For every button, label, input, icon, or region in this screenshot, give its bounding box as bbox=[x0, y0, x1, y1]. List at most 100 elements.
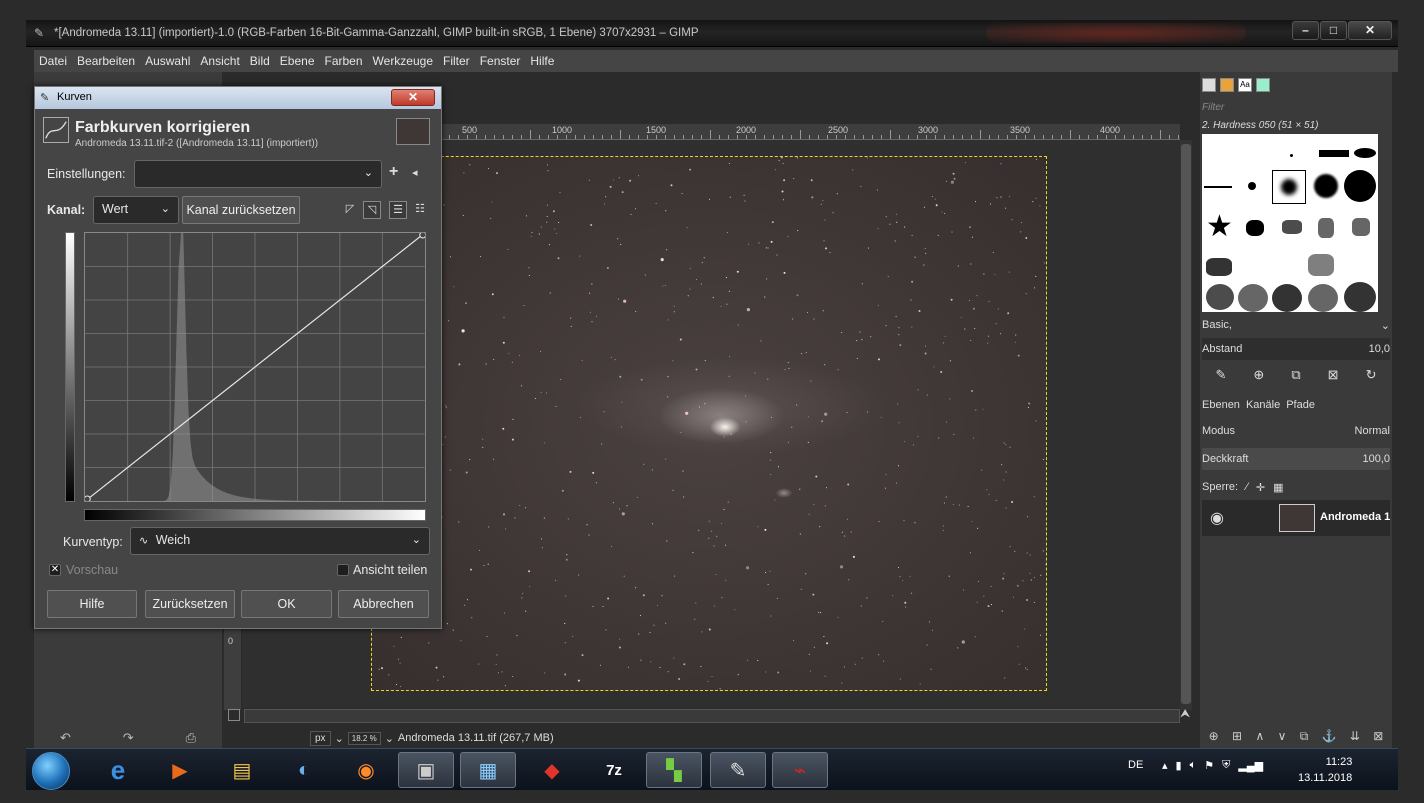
redo-icon[interactable]: ↷ bbox=[123, 730, 134, 748]
new-brush-icon[interactable]: ⊕ bbox=[1253, 367, 1264, 383]
lock-position-icon[interactable]: ✛ bbox=[1256, 481, 1265, 494]
brush-preset[interactable] bbox=[1290, 154, 1293, 157]
brush-preset[interactable] bbox=[1238, 284, 1268, 312]
brush-preset[interactable] bbox=[1204, 186, 1232, 188]
network-flag-icon[interactable]: ⚑ bbox=[1204, 759, 1214, 772]
vertical-scrollbar[interactable] bbox=[1180, 140, 1192, 710]
media-player-icon[interactable]: ▶ bbox=[152, 752, 208, 788]
brush-preset[interactable] bbox=[1308, 284, 1338, 312]
visibility-eye-icon[interactable]: ◉ bbox=[1210, 508, 1224, 528]
minimize-button[interactable]: – bbox=[1292, 21, 1319, 40]
menu-bild[interactable]: Bild bbox=[245, 54, 275, 68]
horizontal-scrollbar[interactable] bbox=[244, 709, 1180, 723]
edit-brush-icon[interactable]: ✎ bbox=[1216, 367, 1227, 383]
menu-farben[interactable]: Farben bbox=[320, 54, 368, 68]
lower-layer-icon[interactable]: ∨ bbox=[1278, 729, 1287, 745]
andromeda-image[interactable] bbox=[371, 156, 1047, 691]
zoom-select[interactable]: 18.2 % bbox=[347, 731, 381, 745]
preset-menu-icon[interactable]: ◂ bbox=[412, 166, 418, 179]
log-histogram-icon[interactable]: ◹ bbox=[363, 201, 381, 219]
menu-auswahl[interactable]: Auswahl bbox=[140, 54, 195, 68]
brush-preset[interactable] bbox=[1272, 284, 1302, 312]
firefox-icon[interactable]: ◉ bbox=[338, 752, 394, 788]
clock-time[interactable]: 11:23 bbox=[1314, 756, 1364, 768]
print-icon[interactable]: ⎙ bbox=[186, 730, 196, 748]
curve-type-select[interactable]: ∿ Weich ⌄ bbox=[130, 527, 430, 555]
settings-select[interactable]: ⌄ bbox=[134, 160, 382, 188]
brush-preset[interactable] bbox=[1248, 182, 1256, 190]
gimp-icon[interactable]: ✎ bbox=[710, 752, 766, 788]
reset-button[interactable]: Zurücksetzen bbox=[145, 590, 235, 618]
volume-icon[interactable]: 🔈︎ bbox=[1190, 759, 1197, 772]
new-group-icon[interactable]: ⊞ bbox=[1232, 729, 1242, 745]
delete-layer-icon[interactable]: ⊠ bbox=[1373, 729, 1383, 745]
brush-set-row[interactable]: Basic, ⌄ bbox=[1202, 314, 1390, 336]
anchor-icon[interactable]: ⚓ bbox=[1322, 729, 1337, 745]
star-brush-icon[interactable]: ★ bbox=[1206, 212, 1233, 242]
brush-preset[interactable] bbox=[1354, 148, 1376, 158]
merge-icon[interactable]: ⇊ bbox=[1350, 729, 1360, 745]
raise-layer-icon[interactable]: ∧ bbox=[1255, 729, 1264, 745]
close-button[interactable]: ✕ bbox=[1348, 21, 1392, 40]
brush-grid[interactable]: ★ bbox=[1202, 134, 1378, 312]
signal-icon[interactable]: ▂▄▆ bbox=[1238, 759, 1263, 772]
brush-preset[interactable] bbox=[1206, 284, 1234, 310]
pdf-icon[interactable]: ⌁ bbox=[772, 752, 828, 788]
dialog-titlebar[interactable]: ✎ Kurven ✕ bbox=[35, 87, 441, 109]
chevron-down-icon[interactable]: ⌄ bbox=[335, 732, 344, 745]
brush-selected[interactable] bbox=[1272, 170, 1306, 204]
battery-icon[interactable]: ▮ bbox=[1176, 759, 1182, 772]
chevron-down-icon[interactable]: ⌄ bbox=[1381, 319, 1390, 332]
brush-preset[interactable] bbox=[1344, 282, 1376, 312]
language-indicator[interactable]: DE bbox=[1128, 759, 1143, 771]
brush-filter-input[interactable]: Filter bbox=[1202, 102, 1388, 116]
dialog-close-button[interactable]: ✕ bbox=[391, 89, 435, 106]
duplicate-layer-icon[interactable]: ⧉ bbox=[1300, 729, 1309, 745]
security-icon[interactable]: ⛨ bbox=[1222, 759, 1230, 772]
split-view-checkbox[interactable] bbox=[337, 564, 349, 576]
app-icon[interactable]: ◐ bbox=[276, 752, 332, 788]
tab-channels[interactable]: Kanäle bbox=[1246, 399, 1280, 411]
lock-pixels-icon[interactable]: ⁄ bbox=[1246, 481, 1248, 493]
menu-filter[interactable]: Filter bbox=[438, 54, 475, 68]
scroll-thumb[interactable] bbox=[1181, 144, 1191, 704]
duplicate-brush-icon[interactable]: ⧉ bbox=[1291, 367, 1300, 383]
brush-preset[interactable] bbox=[1344, 170, 1376, 202]
reset-channel-button[interactable]: Kanal zurücksetzen bbox=[182, 196, 300, 224]
navigate-icon[interactable]: ⮝ bbox=[1180, 706, 1190, 721]
font-tab-icon[interactable]: Aa bbox=[1238, 78, 1252, 92]
preview-checkbox[interactable]: ✕ bbox=[49, 564, 61, 576]
menu-werkzeuge[interactable]: Werkzeuge bbox=[368, 54, 438, 68]
start-button[interactable] bbox=[32, 752, 70, 790]
brush-preset[interactable] bbox=[1206, 258, 1232, 276]
menu-ebene[interactable]: Ebene bbox=[275, 54, 320, 68]
refresh-icon[interactable]: ↻ bbox=[1366, 367, 1377, 383]
menu-datei[interactable]: Datei bbox=[34, 54, 72, 68]
document-tab-icon[interactable] bbox=[1256, 78, 1270, 92]
menu-ansicht[interactable]: Ansicht bbox=[195, 54, 244, 68]
opacity-row[interactable]: Deckkraft 100,0 bbox=[1202, 448, 1390, 470]
spacing-value[interactable]: 10,0 bbox=[1369, 343, 1390, 355]
brush-preset[interactable] bbox=[1282, 220, 1302, 234]
unit-select[interactable]: px bbox=[310, 730, 331, 746]
channel-select[interactable]: Wert ⌄ bbox=[93, 196, 179, 224]
menu-fenster[interactable]: Fenster bbox=[475, 54, 526, 68]
explorer-icon[interactable]: ▤ bbox=[214, 752, 270, 788]
clock-date[interactable]: 13.11.2018 bbox=[1298, 772, 1352, 784]
tab-paths[interactable]: Pfade bbox=[1286, 399, 1315, 411]
help-button[interactable]: Hilfe bbox=[47, 590, 137, 618]
undo-icon[interactable]: ↶ bbox=[60, 730, 71, 748]
brush-tab-icon[interactable] bbox=[1202, 78, 1216, 92]
delete-brush-icon[interactable]: ⊠ bbox=[1328, 367, 1339, 383]
ie-icon[interactable]: e bbox=[90, 752, 146, 788]
smooth-curve-icon[interactable]: ☷ bbox=[411, 201, 429, 219]
pattern-tab-icon[interactable] bbox=[1220, 78, 1234, 92]
mode-select[interactable]: Normal bbox=[1355, 425, 1390, 437]
app-red-icon[interactable]: ◆ bbox=[524, 752, 580, 788]
photo-icon[interactable]: ▣ bbox=[398, 752, 454, 788]
spacing-row[interactable]: Abstand 10,0 bbox=[1202, 338, 1390, 360]
menu-bearbeiten[interactable]: Bearbeiten bbox=[72, 54, 140, 68]
app-green-icon[interactable]: ▚ bbox=[646, 752, 702, 788]
layer-row[interactable]: ◉ Andromeda 1 bbox=[1202, 500, 1390, 536]
quick-mask-toggle[interactable] bbox=[228, 709, 240, 721]
